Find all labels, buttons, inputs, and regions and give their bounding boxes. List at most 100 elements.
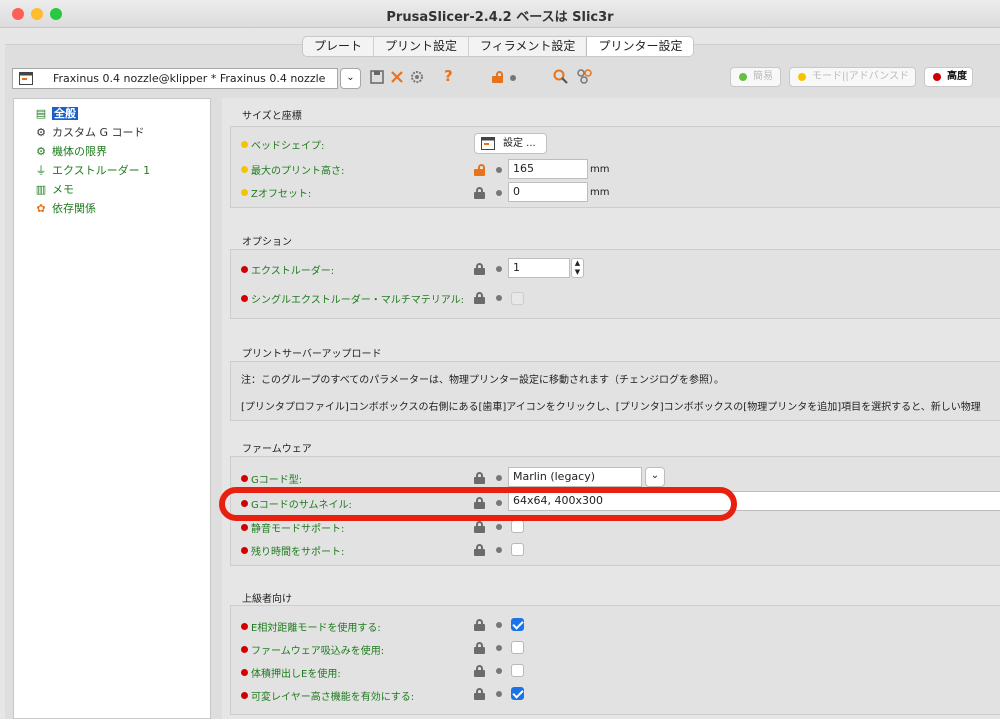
gear-icon[interactable] (410, 70, 424, 84)
lock-icon[interactable] (474, 688, 485, 700)
mode-simple-label: 簡易 (753, 71, 773, 82)
unlock-icon[interactable] (474, 164, 485, 176)
system-value-dot-icon (496, 295, 502, 301)
tab-print-settings[interactable]: プリント設定 (374, 37, 470, 56)
remaining-time-label: 残り時間をサポート: (251, 547, 345, 558)
tab-printer-settings[interactable]: プリンター設定 (587, 37, 694, 56)
lock-icon[interactable] (474, 521, 485, 533)
system-value-dot-icon (496, 645, 502, 651)
tree-item-label: カスタム G コード (52, 126, 145, 139)
gcode-flavor-dropdown-button[interactable]: ⌄ (645, 467, 665, 487)
bullet-red-icon (241, 646, 248, 653)
volumetric-e-label: 体積押出しEを使用: (251, 669, 341, 680)
lock-icon[interactable] (474, 544, 485, 556)
extruders-field[interactable]: 1 (508, 258, 570, 278)
system-value-dot-icon (496, 190, 502, 196)
tab-plater[interactable]: プレート (303, 37, 375, 56)
max-height-field[interactable]: 165 (508, 159, 588, 179)
printer-preset-value: Fraxinus 0.4 nozzle@klipper * Fraxinus 0… (53, 72, 326, 85)
max-height-label: 最大のプリント高さ: (251, 166, 345, 177)
bullet-yellow-icon (241, 166, 248, 173)
volumetric-e-checkbox[interactable] (511, 664, 524, 677)
mode-simple-button[interactable]: 簡易 (730, 67, 781, 87)
dependency-icon: ✿ (36, 202, 46, 215)
z-offset-unit: mm (590, 187, 610, 198)
section-title-options: オプション (242, 237, 292, 248)
note-icon: ▥ (35, 183, 47, 196)
lock-icon[interactable] (474, 665, 485, 677)
relative-e-checkbox[interactable] (511, 618, 524, 631)
tree-item-label: 依存関係 (52, 202, 96, 215)
mode-expert-button[interactable]: 高度 (924, 67, 973, 87)
tree-item-label: 機体の限界 (52, 145, 107, 158)
delete-icon[interactable] (390, 70, 404, 84)
upload-note-2: [プリンタプロファイル]コンボボックスの右側にある[歯車]アイコンをクリックし、… (241, 402, 981, 413)
system-value-dot-icon (496, 475, 502, 481)
bullet-red-icon (241, 266, 248, 273)
tree-item-general[interactable]: ▤ 全般 (34, 106, 78, 122)
system-value-dot-icon (496, 622, 502, 628)
mode-simple-dot-icon (739, 73, 747, 81)
lock-icon[interactable] (474, 642, 485, 654)
bed-shape-label: ベッドシェイプ: (251, 141, 325, 152)
bullet-red-icon (241, 475, 248, 482)
system-value-dot-icon (496, 167, 502, 173)
tab-bar: プレート プリント設定 フィラメント設定 プリンター設定 (302, 36, 695, 57)
mode-advanced-button[interactable]: モード||アドバンスド (789, 67, 916, 87)
title-bar: PrusaSlicer-2.4.2 ベースは Slic3r (0, 0, 1000, 28)
settings-tree: ▤ 全般 ⚙ カスタム G コード ⚙ 機体の限界 ⏚ エクストルーダー 1 ▥ メモ ✿… (13, 98, 211, 719)
save-icon[interactable] (370, 70, 384, 84)
tree-item-label: エクストルーダー 1 (52, 164, 151, 177)
printer-icon (19, 72, 33, 85)
relative-e-label: E相対距離モードを使用する: (251, 623, 381, 634)
tree-item-notes[interactable]: ▥ メモ (34, 182, 74, 198)
search-icon[interactable] (553, 69, 568, 84)
firmware-retract-checkbox[interactable] (511, 641, 524, 654)
tree-item-custom-gcode[interactable]: ⚙ カスタム G コード (34, 125, 145, 141)
bullet-yellow-icon (241, 189, 248, 196)
section-upload: 注：このグループのすべてのパラメーターは、物理プリンター設定に移動されます（チェ… (230, 361, 1000, 421)
lock-icon[interactable] (474, 472, 485, 484)
extruder-icon: ⏚ (35, 164, 47, 177)
tree-item-label: 全般 (52, 107, 78, 120)
lock-icon[interactable] (474, 187, 485, 199)
bullet-red-icon (241, 295, 248, 302)
remaining-time-checkbox[interactable] (511, 543, 524, 556)
printer-preset-combo[interactable]: Fraxinus 0.4 nozzle@klipper * Fraxinus 0… (12, 68, 338, 89)
tree-item-dependencies[interactable]: ✿ 依存関係 (34, 201, 96, 217)
lock-icon[interactable] (474, 619, 485, 631)
z-offset-label: Zオフセット: (251, 189, 312, 200)
bullet-red-icon (241, 524, 248, 531)
silent-mode-checkbox[interactable] (511, 520, 524, 533)
section-options: エクストルーダー: 1 ▲ ▼ シングルエクストルーダー・マルチマテリアル: (230, 249, 1000, 319)
bullet-red-icon (241, 692, 248, 699)
help-icon[interactable]: ? (444, 68, 453, 84)
bullet-red-icon (241, 669, 248, 676)
single-extruder-mm-label: シングルエクストルーダー・マルチマテリアル: (251, 295, 464, 306)
system-value-dot-icon (496, 547, 502, 553)
z-offset-field[interactable]: 0 (508, 182, 588, 202)
bed-shape-set-button[interactable]: 設定 ... (474, 133, 547, 154)
tree-item-extruder-1[interactable]: ⏚ エクストルーダー 1 (34, 163, 151, 179)
variable-layer-checkbox[interactable] (511, 687, 524, 700)
silent-mode-label: 静音モードサポート: (251, 524, 345, 535)
compare-presets-icon[interactable] (577, 69, 592, 84)
section-title-advanced: 上級者向け (242, 594, 292, 605)
lock-icon[interactable] (474, 263, 485, 275)
lock-icon[interactable] (474, 292, 485, 304)
bullet-red-icon (241, 623, 248, 630)
system-value-dot-icon (510, 75, 516, 81)
gcode-flavor-select[interactable]: Marlin (legacy) (508, 467, 642, 487)
tree-item-machine-limits[interactable]: ⚙ 機体の限界 (34, 144, 107, 160)
system-value-dot-icon (496, 524, 502, 530)
variable-layer-label: 可変レイヤー高さ機能を有効にする: (251, 692, 415, 703)
highlight-annotation (219, 487, 737, 521)
preset-dropdown-button[interactable]: ⌄ (340, 68, 361, 89)
section-size: ベッドシェイプ: 設定 ... 最大のプリント高さ: 165 mm Zオフセット… (230, 126, 1000, 208)
bullet-yellow-icon (241, 141, 248, 148)
single-extruder-mm-checkbox[interactable] (511, 292, 524, 305)
extruders-stepper[interactable]: ▲ ▼ (571, 258, 584, 278)
section-title-size: サイズと座標 (242, 111, 302, 122)
tab-filament-settings[interactable]: フィラメント設定 (469, 37, 588, 56)
unlock-icon[interactable] (492, 71, 503, 83)
